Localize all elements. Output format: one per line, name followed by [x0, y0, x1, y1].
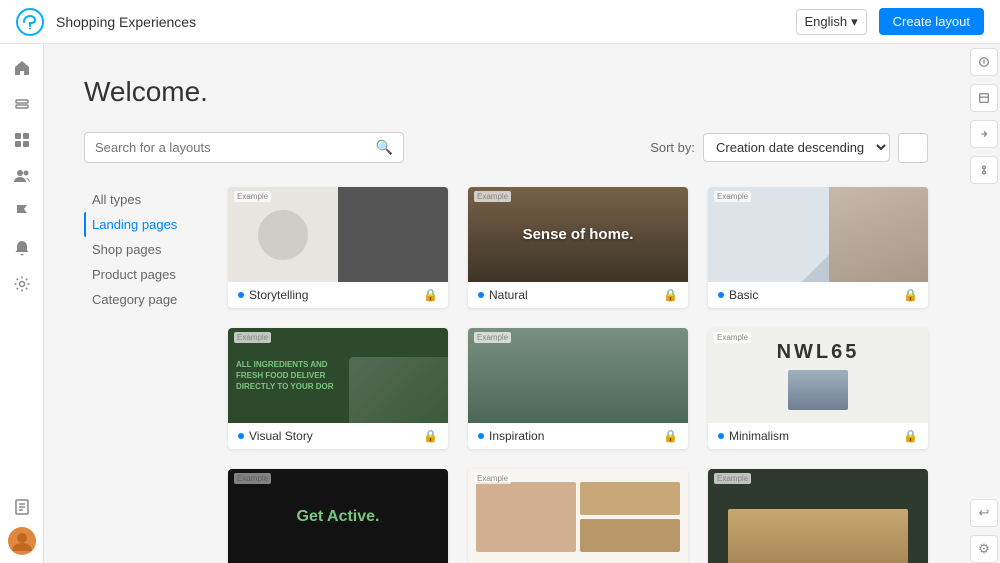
main-layout: Welcome. 🔍 Sort by: Creation date descen…	[0, 44, 1000, 563]
card-visual-story-label: Visual Story	[249, 429, 313, 443]
card-dot	[718, 433, 724, 439]
lock-icon: 🔒	[423, 429, 438, 443]
thumb-visual-story: Example ALL INGREDIENTS AND FRESH FOOD D…	[228, 328, 448, 423]
card-inspiration-label: Inspiration	[489, 429, 544, 443]
card-dot	[478, 292, 484, 298]
cat-all-types[interactable]: All types	[84, 187, 204, 212]
sidebar-icon-home[interactable]	[6, 52, 38, 84]
right-panel-icon-1[interactable]	[970, 48, 998, 76]
search-icon: 🔍	[376, 139, 393, 156]
sidebar-icon-bell[interactable]	[6, 232, 38, 264]
sort-label: Sort by:	[650, 140, 695, 155]
lock-icon: 🔒	[663, 429, 678, 443]
sidebar-icon-users[interactable]	[6, 160, 38, 192]
right-panel-settings[interactable]: ⚙	[970, 535, 998, 563]
card-natural[interactable]: Example Sense of home. Natural 🔒	[468, 187, 688, 308]
card-dot	[238, 292, 244, 298]
sidebar-icon-grid[interactable]	[6, 124, 38, 156]
create-layout-button[interactable]: Create layout	[879, 8, 984, 35]
card-inspiration[interactable]: Example Inspiration 🔒	[468, 328, 688, 449]
right-panel-icon-4[interactable]	[970, 156, 998, 184]
cat-product-pages[interactable]: Product pages	[84, 262, 204, 287]
natural-overlay-text: Sense of home.	[523, 226, 634, 243]
right-panel-icon-2[interactable]	[970, 84, 998, 112]
sidebar	[0, 44, 44, 563]
toolbar: 🔍 Sort by: Creation date descending Crea…	[84, 132, 928, 163]
user-avatar[interactable]	[8, 527, 36, 555]
card-natural-label: Natural	[489, 288, 528, 302]
cat-shop-pages[interactable]: Shop pages	[84, 237, 204, 262]
lock-icon: 🔒	[663, 288, 678, 302]
thumb-natural: Example Sense of home.	[468, 187, 688, 282]
sort-select[interactable]: Creation date descending Creation date a…	[703, 133, 890, 162]
card-dot	[238, 433, 244, 439]
thumb-minimalism: Example NWL65	[708, 328, 928, 423]
thumb-storytelling: Example	[228, 187, 448, 282]
filter-button[interactable]	[898, 133, 928, 163]
card-minimalism[interactable]: Example NWL65 Minimalism 🔒	[708, 328, 928, 449]
right-panel-undo[interactable]: ↩	[970, 499, 998, 527]
right-panel: ↩ ⚙	[968, 44, 1000, 563]
topbar: Shopping Experiences English ▾ Create la…	[0, 0, 1000, 44]
layout-body: All types Landing pages Shop pages Produ…	[84, 187, 928, 563]
thumb-picture-grid: Example	[468, 469, 688, 563]
card-basic-label: Basic	[729, 288, 758, 302]
language-select[interactable]: English ▾	[796, 9, 867, 35]
thumb-vibrant: Example Get Active.	[228, 469, 448, 563]
card-storytelling[interactable]: Example Storytelling 🔒	[228, 187, 448, 308]
card-dot	[718, 292, 724, 298]
lock-icon: 🔒	[903, 288, 918, 302]
search-box: 🔍	[84, 132, 404, 163]
search-input[interactable]	[95, 140, 368, 155]
thumb-inspiration: Example	[468, 328, 688, 423]
sidebar-icon-flag[interactable]	[6, 196, 38, 228]
logo[interactable]	[16, 8, 44, 36]
card-minimalism-label: Minimalism	[729, 429, 789, 443]
template-grid: Example Storytelling 🔒	[228, 187, 928, 563]
lock-icon: 🔒	[903, 429, 918, 443]
thumb-widescreen: Example	[708, 469, 928, 563]
cat-landing-pages[interactable]: Landing pages	[84, 212, 204, 237]
thumb-basic: Example	[708, 187, 928, 282]
content-area: Welcome. 🔍 Sort by: Creation date descen…	[44, 44, 968, 563]
right-panel-icon-3[interactable]	[970, 120, 998, 148]
welcome-title: Welcome.	[84, 76, 928, 108]
category-nav: All types Landing pages Shop pages Produ…	[84, 187, 204, 563]
sidebar-icon-pages[interactable]	[6, 491, 38, 523]
cat-category-page[interactable]: Category page	[84, 287, 204, 312]
card-vibrant[interactable]: Example Get Active. Vibrant 🔒	[228, 469, 448, 563]
sidebar-icon-layers[interactable]	[6, 88, 38, 120]
card-picture-grid[interactable]: Example Picture grid	[468, 469, 688, 563]
sidebar-icon-settings[interactable]	[6, 268, 38, 300]
sort-row: Sort by: Creation date descending Creati…	[650, 133, 928, 163]
card-widescreen[interactable]: Example Widescreen 🔒	[708, 469, 928, 563]
card-dot	[478, 433, 484, 439]
card-storytelling-label: Storytelling	[249, 288, 308, 302]
lock-icon: 🔒	[423, 288, 438, 302]
card-visual-story[interactable]: Example ALL INGREDIENTS AND FRESH FOOD D…	[228, 328, 448, 449]
page-title: Shopping Experiences	[56, 14, 784, 30]
card-basic[interactable]: Example Basic 🔒	[708, 187, 928, 308]
